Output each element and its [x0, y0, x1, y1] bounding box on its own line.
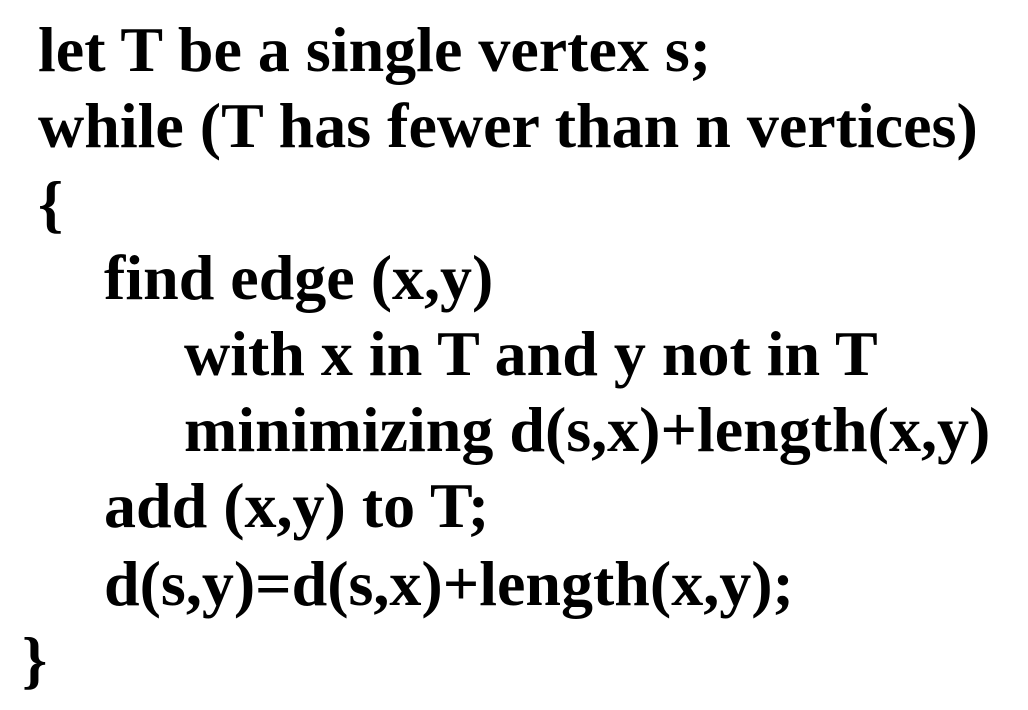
code-line-minimizing: minimizing d(s,x)+length(x,y) — [184, 394, 991, 465]
code-line-add-edge: add (x,y) to T; — [104, 470, 490, 541]
code-line-open-brace: { — [38, 168, 64, 239]
code-line-find-edge: find edge (x,y) — [104, 242, 494, 313]
code-line-init: let T be a single vertex s; — [38, 14, 712, 85]
code-line-update-distance: d(s,y)=d(s,x)+length(x,y); — [104, 548, 794, 619]
code-line-with-condition: with x in T and y not in T — [184, 318, 878, 389]
code-line-close-brace: } — [22, 624, 48, 695]
pseudocode-block: let T be a single vertex s; while (T has… — [0, 0, 1028, 710]
code-line-while: while (T has fewer than n vertices) — [38, 90, 978, 161]
